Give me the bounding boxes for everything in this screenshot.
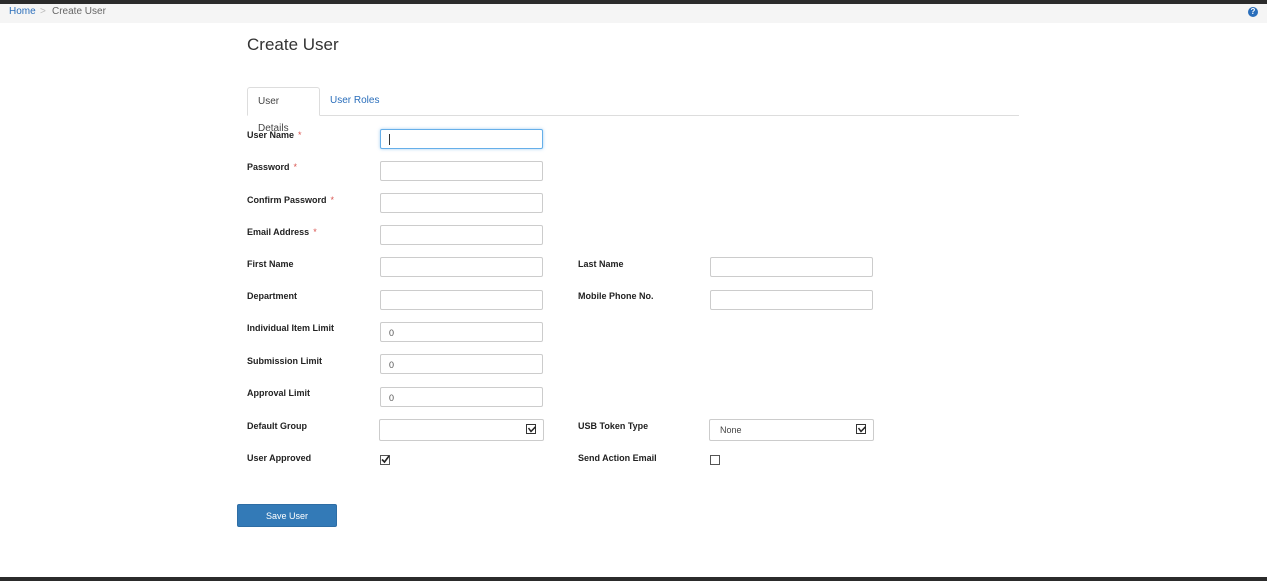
last-name-input[interactable]: [710, 257, 873, 277]
item-limit-value: 0: [389, 328, 395, 338]
confirm-password-label: Confirm Password *: [247, 195, 334, 205]
user-approved-label: User Approved: [247, 453, 312, 463]
default-group-label: Default Group: [247, 421, 307, 431]
user-approved-checkbox[interactable]: [380, 455, 390, 465]
save-user-button[interactable]: Save User: [237, 504, 337, 527]
tab-user-roles[interactable]: User Roles: [320, 87, 389, 114]
tab-user-details[interactable]: User Details: [247, 87, 320, 134]
usb-token-type-select[interactable]: None: [709, 419, 874, 441]
default-group-select[interactable]: [379, 419, 544, 441]
email-label: Email Address *: [247, 227, 317, 237]
usb-token-type-value: None: [720, 425, 742, 435]
user-name-input[interactable]: [380, 129, 543, 149]
email-input[interactable]: [380, 225, 543, 245]
first-name-label: First Name: [247, 259, 294, 269]
approval-limit-value: 0: [389, 393, 395, 403]
required-marker: *: [293, 162, 298, 172]
chevron-down-icon: [526, 424, 537, 434]
email-label-text: Email Address: [247, 227, 310, 237]
tab-bar: User Details User Roles: [247, 87, 1019, 134]
first-name-input[interactable]: [380, 257, 543, 277]
submission-limit-input[interactable]: 0: [380, 354, 543, 374]
submission-limit-label: Submission Limit: [247, 356, 323, 366]
department-input[interactable]: [380, 290, 543, 310]
password-input[interactable]: [380, 161, 543, 181]
password-label: Password *: [247, 162, 297, 172]
usb-token-type-label: USB Token Type: [578, 421, 649, 431]
password-label-text: Password: [247, 162, 290, 172]
required-marker: *: [313, 227, 317, 237]
item-limit-label: Individual Item Limit: [247, 323, 335, 333]
confirm-password-input[interactable]: [380, 193, 543, 213]
send-action-email-checkbox[interactable]: [710, 455, 720, 465]
mobile-phone-input[interactable]: [710, 290, 873, 310]
window-bottom-border: [0, 577, 1267, 581]
text-cursor: [389, 134, 390, 145]
breadcrumb-separator: >: [40, 6, 46, 17]
last-name-label: Last Name: [578, 259, 624, 269]
approval-limit-input[interactable]: 0: [380, 387, 543, 407]
send-action-email-label: Send Action Email: [578, 453, 657, 463]
checkmark-icon: [381, 455, 390, 464]
required-marker: *: [298, 130, 302, 140]
confirm-password-label-text: Confirm Password: [247, 195, 327, 205]
user-name-label-text: User Name: [247, 130, 295, 140]
breadcrumb-current: Create User: [52, 6, 106, 17]
chevron-down-icon: [856, 424, 867, 434]
breadcrumb-home-link[interactable]: Home: [9, 4, 36, 20]
required-marker: *: [330, 195, 335, 205]
approval-limit-label: Approval Limit: [247, 388, 311, 398]
item-limit-input[interactable]: 0: [380, 322, 543, 342]
page-title: Create User: [247, 35, 339, 54]
mobile-phone-label: Mobile Phone No.: [578, 291, 654, 301]
user-name-label: User Name *: [247, 130, 302, 140]
help-icon[interactable]: ?: [1248, 7, 1258, 17]
department-label: Department: [247, 291, 298, 301]
submission-limit-value: 0: [389, 360, 395, 370]
breadcrumb: Home > Create User ?: [0, 4, 1267, 23]
